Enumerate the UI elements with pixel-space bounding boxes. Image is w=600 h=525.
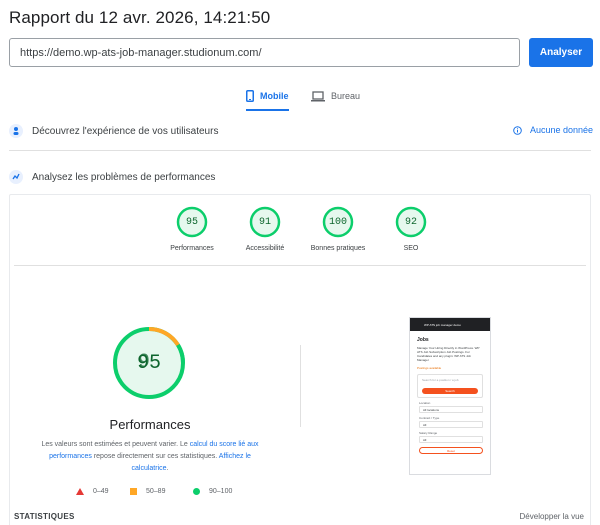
laptop-icon [311, 90, 325, 102]
tab-mobile-label: Mobile [260, 91, 289, 101]
thumbnail-search-button-label: Search [445, 389, 455, 393]
report-title: Rapport du 12 avr. 2026, 14:21:50 [9, 8, 271, 27]
legend-fail: 0–49 [76, 488, 109, 495]
legend-pass: 90–100 [193, 488, 232, 495]
description-text-1: Les valeurs sont estimées et peuvent var… [41, 441, 190, 448]
triangle-icon [76, 488, 84, 495]
tab-mobile[interactable]: Mobile [246, 85, 289, 111]
gauge-seo-label: SEO [403, 245, 419, 252]
gauge-performance-value: 95 [185, 216, 198, 228]
gauge-seo-ring: 92 [395, 206, 427, 238]
thumbnail-paragraph: Manage Your Hiring Directly in WordPress… [417, 346, 480, 362]
legend-pass-range: 90–100 [209, 488, 233, 495]
users-experience-icon [9, 124, 23, 138]
legend-average: 50–89 [130, 488, 165, 495]
thumbnail-field1-label: Location [419, 401, 431, 405]
gauge-performance-ring: 95 [176, 206, 208, 238]
gauge-seo[interactable]: 92 SEO [376, 206, 446, 252]
thumbnail-tag: Postings available [417, 366, 442, 370]
legend-average-range: 50–89 [146, 488, 166, 495]
thumbnail-search-box: Search for a position / a job Search [417, 374, 483, 398]
thumbnail-field3-label: Salary Range [419, 431, 438, 435]
info-icon [513, 125, 522, 135]
url-input[interactable] [9, 38, 520, 67]
main-score-ghost-digit: 9 [138, 351, 151, 374]
thumbnail-reset-button: Reset [419, 447, 483, 454]
no-data-status[interactable]: Aucune donnée [513, 125, 593, 135]
card-divider [14, 265, 586, 266]
thumbnail-field3: All [419, 436, 483, 443]
tab-desktop[interactable]: Bureau [311, 85, 360, 107]
thumbnail-header-bar: WP ATS job manager demo [410, 318, 490, 331]
thumbnail-search-placeholder: Search for a position / a job [422, 378, 459, 382]
main-score-label: Performances [109, 417, 191, 432]
analyze-button[interactable]: Analyser [529, 38, 593, 67]
gauge-best-practices-value: 100 [328, 216, 347, 228]
circle-icon [193, 488, 200, 495]
statistics-heading: STATISTIQUES [14, 512, 75, 521]
page-screenshot-thumbnail[interactable]: WP ATS job manager demo Jobs Manage Your… [409, 317, 491, 475]
gauge-accessibility-value: 91 [258, 216, 271, 228]
thumbnail-bar-text: WP ATS job manager demo [424, 322, 461, 327]
legend-fail-range: 0–49 [93, 488, 109, 495]
vertical-divider [300, 345, 301, 427]
thumbnail-search-button: Search [422, 388, 478, 394]
field-data-section: Découvrez l'expérience de vos utilisateu… [9, 120, 218, 142]
gauge-accessibility-ring: 91 [249, 206, 281, 238]
lab-data-section: Analysez les problèmes de performances [9, 166, 215, 188]
gauge-performance-label: Performances [170, 245, 214, 252]
gauge-best-practices-ring: 100 [322, 206, 354, 238]
description-text-3: . [166, 465, 169, 472]
no-data-label: Aucune donnée [530, 125, 594, 135]
expand-view-toggle[interactable]: Développer la vue [520, 512, 584, 521]
square-icon [130, 488, 137, 495]
thumbnail-field2: All [419, 421, 483, 428]
thumbnail-heading: Jobs [417, 337, 429, 343]
performance-diagnostics-icon [9, 170, 23, 184]
lab-data-heading: Analysez les problèmes de performances [32, 171, 216, 183]
main-performance-score: 9 95 [112, 326, 186, 400]
section-divider [9, 150, 591, 151]
thumbnail-field2-label: Contract / Type [419, 416, 440, 420]
description-text-2: repose directement sur ces statistiques. [91, 453, 219, 460]
field-data-heading: Découvrez l'expérience de vos utilisateu… [32, 125, 219, 137]
score-description: Les valeurs sont estimées et peuvent var… [36, 439, 264, 475]
gauge-best-practices[interactable]: 100 Bonnes pratiques [303, 206, 373, 252]
mobile-phone-icon [246, 90, 254, 102]
gauge-best-practices-label: Bonnes pratiques [310, 245, 366, 252]
gauge-accessibility[interactable]: 91 Accessibilité [230, 206, 300, 252]
gauge-seo-value: 92 [404, 216, 417, 228]
thumbnail-field1: All locations [419, 406, 483, 413]
tab-desktop-label: Bureau [331, 91, 361, 101]
gauge-performance[interactable]: 95 Performances [157, 206, 227, 252]
gauge-accessibility-label: Accessibilité [245, 245, 285, 252]
tab-active-indicator [246, 109, 289, 111]
